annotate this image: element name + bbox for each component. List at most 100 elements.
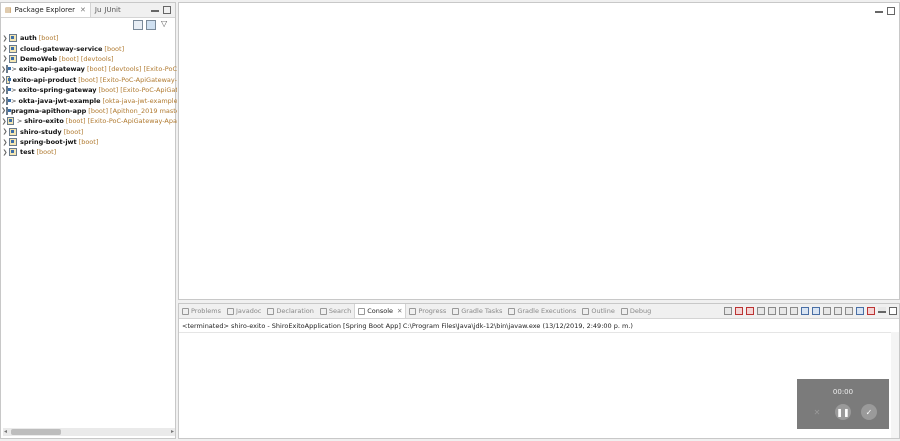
tab-declaration[interactable]: Declaration [264,304,316,318]
tree-item-project[interactable]: ❯ auth [boot] [1,33,177,43]
tab-gradle-tasks[interactable]: Gradle Tasks [449,304,505,318]
expand-chevron-icon[interactable]: ❯ [1,139,9,146]
display-console-icon[interactable] [823,307,831,315]
scroll-lock-icon[interactable] [779,307,787,315]
horizontal-scrollbar[interactable]: ◂ ▸ [3,428,175,436]
cancel-recording-icon[interactable]: ✕ [809,404,825,420]
error-icon[interactable] [867,307,875,315]
declaration-icon [267,307,275,315]
dirty-marker: > [16,117,23,126]
dirty-marker: > [11,65,17,74]
console-icon [358,307,366,315]
expand-chevron-icon[interactable]: ❯ [1,55,9,62]
tab-outline[interactable]: Outline [579,304,618,318]
progress-icon [409,307,417,315]
expand-chevron-icon[interactable]: ❯ [1,149,9,156]
project-name: spring-boot-jwt [20,138,77,147]
tree-item-project[interactable]: ❯ > shiro-exito [boot] [Exito-PoC-ApiGatewa… [1,116,177,126]
project-name: exito-api-gateway [18,65,85,74]
tree-item-project[interactable]: ❯ spring-boot-jwt [boot] [1,137,177,147]
junit-icon: Ju [94,6,102,14]
stop-icon[interactable] [757,307,765,315]
search-icon [319,307,327,315]
open-console-icon[interactable] [834,307,842,315]
dirty-marker: > [11,96,17,105]
tab-progress[interactable]: Progress [406,304,449,318]
tree-item-project[interactable]: ❯ pragma-apithon-app [boot] [Apithon_2019 … [1,106,177,116]
project-icon [9,138,17,147]
gradle-executions-icon [508,307,516,315]
pin-console-icon[interactable] [801,307,809,315]
project-name: test [20,148,35,157]
project-icon [6,86,12,95]
tab-debug[interactable]: Debug [618,304,654,318]
project-icon [9,44,17,53]
tree-item-project[interactable]: ❯ cloud-gateway-service [boot] [1,43,177,53]
maximize-icon[interactable] [163,6,171,14]
maximize-icon[interactable] [889,307,897,315]
expand-chevron-icon[interactable]: ❯ [1,128,9,135]
gradle-tasks-icon [452,307,460,315]
project-decoration: [boot] [Exito-PoC-ApiGateway-Apa [65,117,177,126]
dirty-marker: > [11,86,17,95]
project-decoration: [boot] [36,148,57,157]
tree-item-project[interactable]: ❯ > exito-api-gateway [boot] [devtools] [Ex… [1,64,177,74]
project-name: DemoWeb [20,54,58,63]
tab-console[interactable]: Console ✕ [354,304,407,318]
pause-icon[interactable]: ❚❚ [835,404,851,420]
tree-item-project[interactable]: ❯ exito-api-product [boot] [Exito-PoC-ApiG… [1,75,177,85]
project-name: exito-spring-gateway [18,86,97,95]
tab-javadoc[interactable]: Javadoc [224,304,264,318]
scroll-right-icon[interactable]: ▸ [171,428,174,435]
tab-problems[interactable]: Problems [179,304,224,318]
console-output[interactable] [179,332,899,430]
left-window-controls [151,6,171,14]
tree-item-project[interactable]: ❯ DemoWeb [boot] [devtools] [1,54,177,64]
clear-console-icon[interactable] [724,307,732,315]
link-with-editor-icon[interactable] [146,20,156,30]
remove-launch-icon[interactable] [746,307,754,315]
tab-gradle-executions[interactable]: Gradle Executions [505,304,579,318]
minimize-icon[interactable] [151,6,159,12]
expand-chevron-icon[interactable]: ❯ [1,35,9,42]
finish-recording-icon[interactable]: ✓ [861,404,877,420]
close-icon[interactable]: ✕ [397,307,402,315]
new-console-icon[interactable] [856,307,864,315]
console-launch-header: <terminated> shiro-exito - ShiroExitoApp… [182,322,633,330]
recorder-time: 00:00 [832,388,854,396]
tree-item-project[interactable]: ❯ > exito-spring-gateway [boot] [Exito-PoC-… [1,85,177,95]
tree-item-project[interactable]: ❯ shiro-study [boot] [1,127,177,137]
close-icon[interactable]: ✕ [80,6,86,14]
tab-label: Search [328,307,352,315]
editor-area[interactable] [178,2,900,300]
minimize-icon[interactable] [878,307,886,313]
view-menu-icon[interactable]: ▽ [161,19,167,28]
project-tree: ❯ auth [boot] ❯ cloud-gateway-service [boot] ❯… [1,33,177,158]
scrollbar-thumb[interactable] [11,429,61,435]
terminate-icon[interactable] [735,307,743,315]
tab-junit[interactable]: Ju JUnit [91,3,125,17]
word-wrap-icon[interactable] [790,307,798,315]
project-name: shiro-exito [24,117,64,126]
recorder-controls: ✕ ❚❚ ✓ [797,404,889,420]
collapse-all-icon[interactable] [133,20,143,30]
tab-search[interactable]: Search [317,304,354,318]
copy-icon[interactable] [768,307,776,315]
minimize-icon[interactable] [875,7,883,13]
show-on-output-icon[interactable] [812,307,820,315]
project-name: pragma-apithon-app [11,106,87,115]
console-menu-icon[interactable] [845,307,853,315]
maximize-icon[interactable] [887,7,895,15]
project-name: auth [20,34,37,43]
tab-label: Progress [418,307,447,315]
project-icon [9,54,17,63]
scroll-left-icon[interactable]: ◂ [4,428,7,435]
tree-item-project[interactable]: ❯ test [boot] [1,147,177,157]
console-vertical-scrollbar[interactable] [891,332,899,438]
project-icon [7,117,14,126]
package-explorer-panel: ▤ Package Explorer ✕ Ju JUnit ▽ ❯ auth [bo… [0,2,177,439]
tab-package-explorer[interactable]: ▤ Package Explorer ✕ [1,3,91,17]
project-decoration: [boot] [Exito-PoC-ApiGateway- [78,75,177,84]
expand-chevron-icon[interactable]: ❯ [1,45,9,52]
tree-item-project[interactable]: ❯ > okta-java-jwt-example [okta-java-jwt-ex… [1,95,177,105]
